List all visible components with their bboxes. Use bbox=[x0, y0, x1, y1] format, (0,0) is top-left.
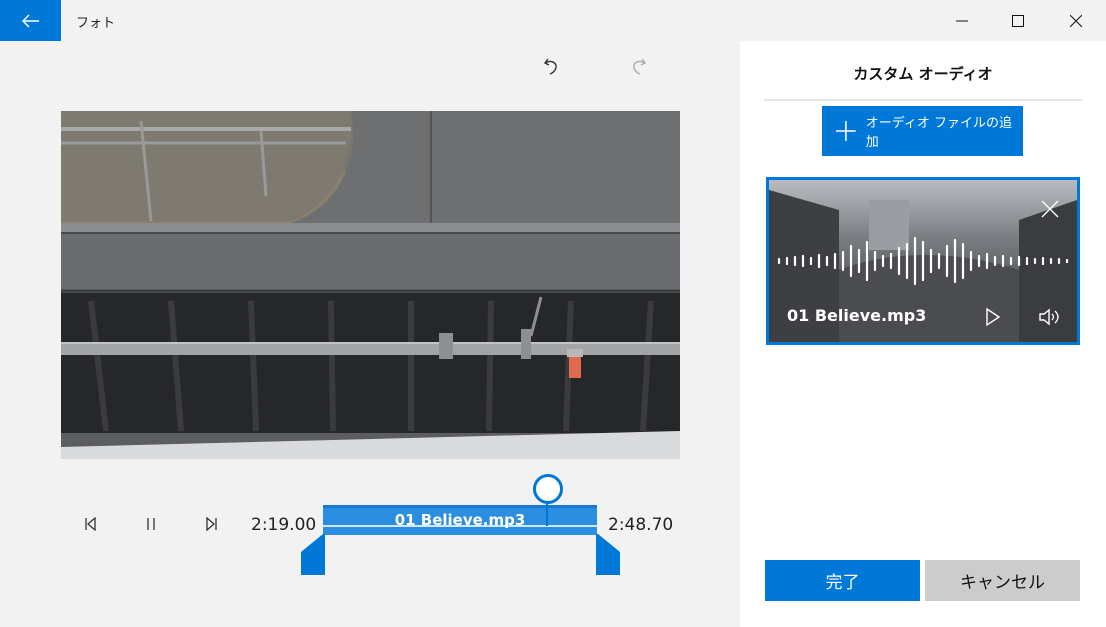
minimize-icon bbox=[956, 20, 968, 21]
custom-audio-panel: カスタム オーディオ オーディオ ファイルの追加 01 Believe.mp3 … bbox=[740, 41, 1106, 627]
remove-audio-button[interactable] bbox=[1039, 198, 1061, 220]
end-time: 2:48.70 bbox=[608, 515, 674, 535]
title-bar: フォト bbox=[0, 0, 1106, 41]
audio-clip-label: 01 Believe.mp3 bbox=[394, 511, 526, 529]
close-window-button[interactable] bbox=[1048, 0, 1104, 41]
trim-start-handle[interactable] bbox=[301, 534, 325, 575]
audio-item-name: 01 Believe.mp3 bbox=[787, 306, 927, 325]
back-arrow-icon bbox=[21, 13, 39, 28]
maximize-icon bbox=[1012, 14, 1024, 27]
pause-icon bbox=[147, 518, 155, 530]
start-time: 2:19.00 bbox=[251, 515, 317, 535]
playhead-line bbox=[546, 502, 548, 526]
redo-button[interactable] bbox=[624, 52, 652, 80]
done-button[interactable]: 完了 bbox=[765, 560, 920, 601]
undo-button[interactable] bbox=[538, 52, 566, 80]
add-audio-file-button[interactable]: オーディオ ファイルの追加 bbox=[822, 106, 1023, 156]
minimize-button[interactable] bbox=[934, 0, 990, 41]
video-preview bbox=[61, 111, 680, 459]
playhead-knob[interactable] bbox=[533, 474, 563, 504]
step-forward-icon bbox=[206, 517, 217, 531]
audio-clip-track[interactable]: 01 Believe.mp3 bbox=[323, 505, 597, 535]
back-button[interactable] bbox=[0, 0, 61, 41]
undo-icon bbox=[543, 58, 557, 75]
plus-icon bbox=[836, 121, 856, 141]
redo-icon bbox=[633, 58, 647, 75]
panel-divider bbox=[764, 99, 1082, 101]
step-back-icon bbox=[85, 517, 96, 531]
audio-item-card[interactable]: 01 Believe.mp3 bbox=[766, 177, 1080, 345]
next-frame-button[interactable] bbox=[199, 512, 223, 536]
app-title: フォト bbox=[76, 16, 116, 31]
add-audio-file-label: オーディオ ファイルの追加 bbox=[865, 116, 1012, 150]
trim-end-handle[interactable] bbox=[596, 534, 620, 575]
close-icon bbox=[1070, 14, 1082, 27]
cancel-button[interactable]: キャンセル bbox=[925, 560, 1080, 601]
maximize-button[interactable] bbox=[990, 0, 1046, 41]
previous-frame-button[interactable] bbox=[79, 512, 103, 536]
play-icon[interactable] bbox=[983, 306, 1003, 328]
volume-icon[interactable] bbox=[1037, 306, 1061, 328]
panel-title: カスタム オーディオ bbox=[853, 65, 993, 83]
pause-button[interactable] bbox=[139, 512, 163, 536]
